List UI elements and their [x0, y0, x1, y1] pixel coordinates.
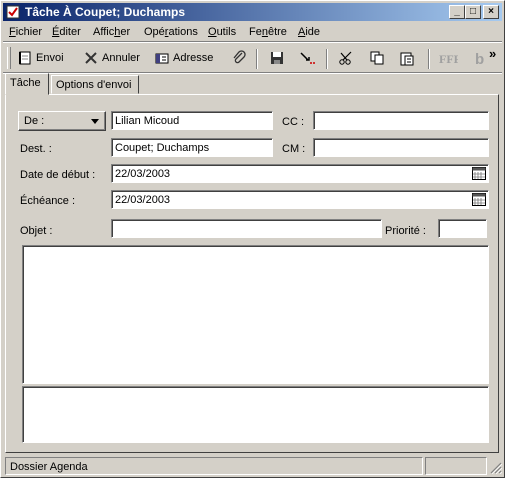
task-app-icon [6, 5, 20, 19]
due-date-label: Échéance : [20, 195, 76, 207]
from-dropdown-button[interactable]: De : [18, 111, 106, 131]
resize-grip-icon[interactable] [490, 462, 502, 474]
menu-operations[interactable]: Opérations [144, 26, 198, 38]
close-button[interactable]: × [483, 5, 499, 19]
toolbar-separator [428, 49, 430, 69]
to-field[interactable]: Coupet; Duchamps [111, 138, 273, 157]
chevron-down-icon [91, 119, 99, 124]
bold-icon: b [475, 51, 484, 66]
tab-task[interactable]: Tâche [5, 73, 49, 95]
tab-send-options[interactable]: Options d'envoi [51, 75, 139, 94]
send-button[interactable]: Envoi [17, 49, 73, 69]
start-date-label: Date de début : [20, 169, 96, 181]
menu-afficher[interactable]: Afficher [93, 26, 130, 38]
copy-icon [370, 51, 384, 65]
cc-label: CC : [282, 116, 304, 128]
bold-button: b [473, 49, 489, 69]
toolbar-separator-line [3, 72, 502, 74]
title-bar: Tâche À Coupet; Duchamps _ □ × [3, 3, 502, 21]
font-button: FFF [438, 49, 460, 69]
check-names-button[interactable] [299, 49, 319, 69]
check-names-icon [300, 52, 315, 64]
menu-separator [3, 41, 502, 43]
scissors-icon [339, 51, 352, 65]
notes-area[interactable] [22, 386, 489, 443]
send-icon [19, 51, 31, 65]
subject-label: Objet : [20, 225, 53, 237]
subject-field[interactable] [111, 219, 382, 238]
toolbar: Envoi Annuler Adresse FFF b » [3, 44, 502, 72]
toolbar-separator [256, 49, 258, 69]
task-window: Tâche À Coupet; Duchamps _ □ × Fichier É… [0, 0, 505, 478]
minimize-button[interactable]: _ [449, 5, 465, 19]
menu-fenetre[interactable]: Fenêtre [249, 26, 287, 38]
task-panel: De : Lilian Micoud CC : Dest. : Coupet; … [5, 94, 499, 453]
window-title: Tâche À Coupet; Duchamps [25, 5, 186, 19]
menu-aide[interactable]: Aide [298, 26, 320, 38]
paste-icon [400, 52, 414, 66]
to-label: Dest. : [20, 143, 52, 155]
toolbar-separator [326, 49, 328, 69]
floppy-disk-icon [271, 52, 283, 64]
cancel-icon [85, 52, 97, 64]
cut-button[interactable] [338, 49, 356, 69]
message-body-area[interactable] [22, 245, 489, 384]
address-book-button[interactable]: Adresse [154, 49, 220, 69]
cc-field[interactable] [313, 111, 489, 130]
due-date-field[interactable]: 22/03/2003 [111, 190, 489, 209]
menu-editer[interactable]: Éditer [52, 26, 81, 38]
svg-text:b: b [475, 51, 484, 66]
toolbar-overflow-button[interactable]: » [489, 46, 496, 61]
font-icon: FFF [439, 52, 458, 66]
cancel-button[interactable]: Annuler [83, 49, 145, 69]
from-label: De : [24, 115, 45, 127]
save-button[interactable] [269, 49, 287, 69]
copy-button[interactable] [369, 49, 387, 69]
menu-bar: Fichier Éditer Afficher Opérations Outil… [3, 23, 502, 41]
toolbar-grip[interactable] [7, 47, 11, 69]
status-bar: Dossier Agenda [5, 457, 502, 475]
bcc-label: CM : [282, 143, 306, 155]
paste-button[interactable] [399, 49, 417, 69]
menu-outils[interactable]: Outils [208, 26, 236, 38]
from-field[interactable]: Lilian Micoud [111, 111, 273, 130]
menu-fichier[interactable]: Fichier [9, 26, 42, 38]
paperclip-icon [233, 50, 246, 64]
status-pane-empty [425, 457, 487, 475]
maximize-button[interactable]: □ [465, 5, 481, 19]
calendar-icon[interactable] [472, 193, 486, 206]
address-book-icon [155, 53, 169, 64]
attach-button[interactable] [231, 49, 249, 69]
calendar-icon[interactable] [472, 167, 486, 180]
priority-label: Priorité : [385, 225, 426, 237]
svg-text:FFF: FFF [439, 52, 458, 66]
status-pane-folder: Dossier Agenda [5, 457, 423, 475]
start-date-field[interactable]: 22/03/2003 [111, 164, 489, 183]
bcc-field[interactable] [313, 138, 489, 157]
priority-field[interactable] [438, 219, 487, 238]
